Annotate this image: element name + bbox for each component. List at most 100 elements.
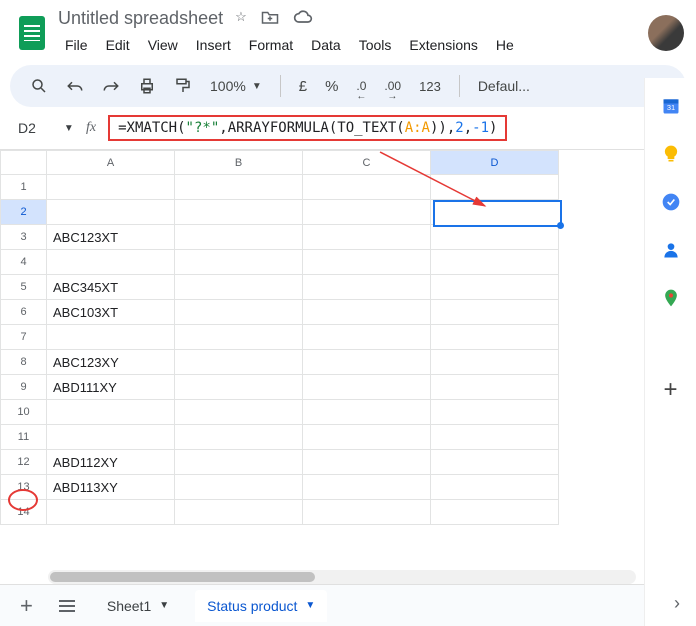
chevron-down-icon[interactable]: ▼ bbox=[159, 600, 169, 611]
menu-insert[interactable]: Insert bbox=[189, 33, 238, 57]
sidebar-expand-icon[interactable]: › bbox=[674, 593, 680, 614]
cell-C10[interactable] bbox=[303, 400, 431, 425]
contacts-icon[interactable] bbox=[661, 240, 681, 260]
decrease-decimal-button[interactable]: .0← bbox=[356, 79, 366, 93]
currency-button[interactable]: £ bbox=[299, 78, 307, 95]
row-header-10[interactable]: 10 bbox=[1, 400, 47, 425]
column-header-D[interactable]: D bbox=[431, 151, 559, 175]
column-header-A[interactable]: A bbox=[47, 151, 175, 175]
calendar-icon[interactable]: 31 bbox=[661, 96, 681, 116]
name-box[interactable]: D2▼ bbox=[18, 120, 78, 136]
menu-data[interactable]: Data bbox=[304, 33, 348, 57]
sheets-logo[interactable] bbox=[12, 13, 52, 53]
cell-B13[interactable] bbox=[175, 475, 303, 500]
cell-D11[interactable] bbox=[431, 425, 559, 450]
cell-D3[interactable] bbox=[431, 225, 559, 250]
keep-icon[interactable] bbox=[661, 144, 681, 164]
cell-A14[interactable] bbox=[47, 500, 175, 525]
cell-B6[interactable] bbox=[175, 300, 303, 325]
column-header-B[interactable]: B bbox=[175, 151, 303, 175]
menu-extensions[interactable]: Extensions bbox=[402, 33, 484, 57]
print-icon[interactable] bbox=[138, 77, 156, 95]
cloud-status-icon[interactable] bbox=[293, 9, 313, 28]
cell-A4[interactable] bbox=[47, 250, 175, 275]
cell-C9[interactable] bbox=[303, 375, 431, 400]
cell-D14[interactable] bbox=[431, 500, 559, 525]
paint-format-icon[interactable] bbox=[174, 77, 192, 95]
move-folder-icon[interactable] bbox=[261, 9, 279, 28]
cell-A8[interactable]: ABC123XY bbox=[47, 350, 175, 375]
column-header-C[interactable]: C bbox=[303, 151, 431, 175]
all-sheets-button[interactable] bbox=[53, 600, 81, 612]
cell-A1[interactable] bbox=[47, 175, 175, 200]
cell-C5[interactable] bbox=[303, 275, 431, 300]
cell-D8[interactable] bbox=[431, 350, 559, 375]
cell-D9[interactable] bbox=[431, 375, 559, 400]
cell-B14[interactable] bbox=[175, 500, 303, 525]
cell-C2[interactable] bbox=[303, 200, 431, 225]
row-header-14[interactable]: 14 bbox=[1, 500, 47, 525]
cell-C12[interactable] bbox=[303, 450, 431, 475]
cell-A3[interactable]: ABC123XT bbox=[47, 225, 175, 250]
row-header-13[interactable]: 13 bbox=[1, 475, 47, 500]
cell-B2[interactable] bbox=[175, 200, 303, 225]
cell-D6[interactable] bbox=[431, 300, 559, 325]
select-all-corner[interactable] bbox=[1, 151, 47, 175]
account-avatar[interactable] bbox=[648, 15, 684, 51]
cell-B9[interactable] bbox=[175, 375, 303, 400]
row-header-11[interactable]: 11 bbox=[1, 425, 47, 450]
row-header-6[interactable]: 6 bbox=[1, 300, 47, 325]
cell-C6[interactable] bbox=[303, 300, 431, 325]
row-header-4[interactable]: 4 bbox=[1, 250, 47, 275]
redo-icon[interactable] bbox=[102, 79, 120, 93]
cell-D7[interactable] bbox=[431, 325, 559, 350]
cell-A2[interactable] bbox=[47, 200, 175, 225]
cell-C11[interactable] bbox=[303, 425, 431, 450]
cell-A9[interactable]: ABD111XY bbox=[47, 375, 175, 400]
cell-A10[interactable] bbox=[47, 400, 175, 425]
cell-C3[interactable] bbox=[303, 225, 431, 250]
row-header-12[interactable]: 12 bbox=[1, 450, 47, 475]
row-header-5[interactable]: 5 bbox=[1, 275, 47, 300]
cell-D13[interactable] bbox=[431, 475, 559, 500]
sheet-tab-status-product[interactable]: Status product▼ bbox=[195, 590, 327, 622]
percent-button[interactable]: % bbox=[325, 78, 338, 95]
cell-A11[interactable] bbox=[47, 425, 175, 450]
cell-B4[interactable] bbox=[175, 250, 303, 275]
tasks-icon[interactable] bbox=[661, 192, 681, 212]
menu-edit[interactable]: Edit bbox=[99, 33, 137, 57]
menu-tools[interactable]: Tools bbox=[352, 33, 399, 57]
cell-C4[interactable] bbox=[303, 250, 431, 275]
doc-title[interactable]: Untitled spreadsheet bbox=[58, 8, 223, 29]
cell-B3[interactable] bbox=[175, 225, 303, 250]
add-addon-icon[interactable]: + bbox=[663, 376, 677, 404]
menu-format[interactable]: Format bbox=[242, 33, 300, 57]
cell-A12[interactable]: ABD112XY bbox=[47, 450, 175, 475]
increase-decimal-button[interactable]: .00→ bbox=[384, 79, 401, 93]
cell-B12[interactable] bbox=[175, 450, 303, 475]
maps-icon[interactable] bbox=[661, 288, 681, 308]
row-header-3[interactable]: 3 bbox=[1, 225, 47, 250]
cell-D5[interactable] bbox=[431, 275, 559, 300]
scrollbar-thumb[interactable] bbox=[50, 572, 315, 582]
cell-D1[interactable] bbox=[431, 175, 559, 200]
cell-B5[interactable] bbox=[175, 275, 303, 300]
undo-icon[interactable] bbox=[66, 79, 84, 93]
sheet-tab-sheet1[interactable]: Sheet1▼ bbox=[95, 590, 181, 622]
horizontal-scrollbar[interactable] bbox=[48, 570, 636, 584]
menu-file[interactable]: File bbox=[58, 33, 95, 57]
cell-B1[interactable] bbox=[175, 175, 303, 200]
font-select[interactable]: Defaul... bbox=[478, 78, 530, 94]
zoom-select[interactable]: 100%▼ bbox=[210, 78, 262, 94]
cell-C13[interactable] bbox=[303, 475, 431, 500]
search-icon[interactable] bbox=[30, 77, 48, 95]
cell-C7[interactable] bbox=[303, 325, 431, 350]
cell-B7[interactable] bbox=[175, 325, 303, 350]
menu-help[interactable]: He bbox=[489, 33, 521, 57]
number-format-button[interactable]: 123 bbox=[419, 79, 441, 94]
row-header-9[interactable]: 9 bbox=[1, 375, 47, 400]
cell-A5[interactable]: ABC345XT bbox=[47, 275, 175, 300]
row-header-8[interactable]: 8 bbox=[1, 350, 47, 375]
row-header-1[interactable]: 1 bbox=[1, 175, 47, 200]
row-header-7[interactable]: 7 bbox=[1, 325, 47, 350]
